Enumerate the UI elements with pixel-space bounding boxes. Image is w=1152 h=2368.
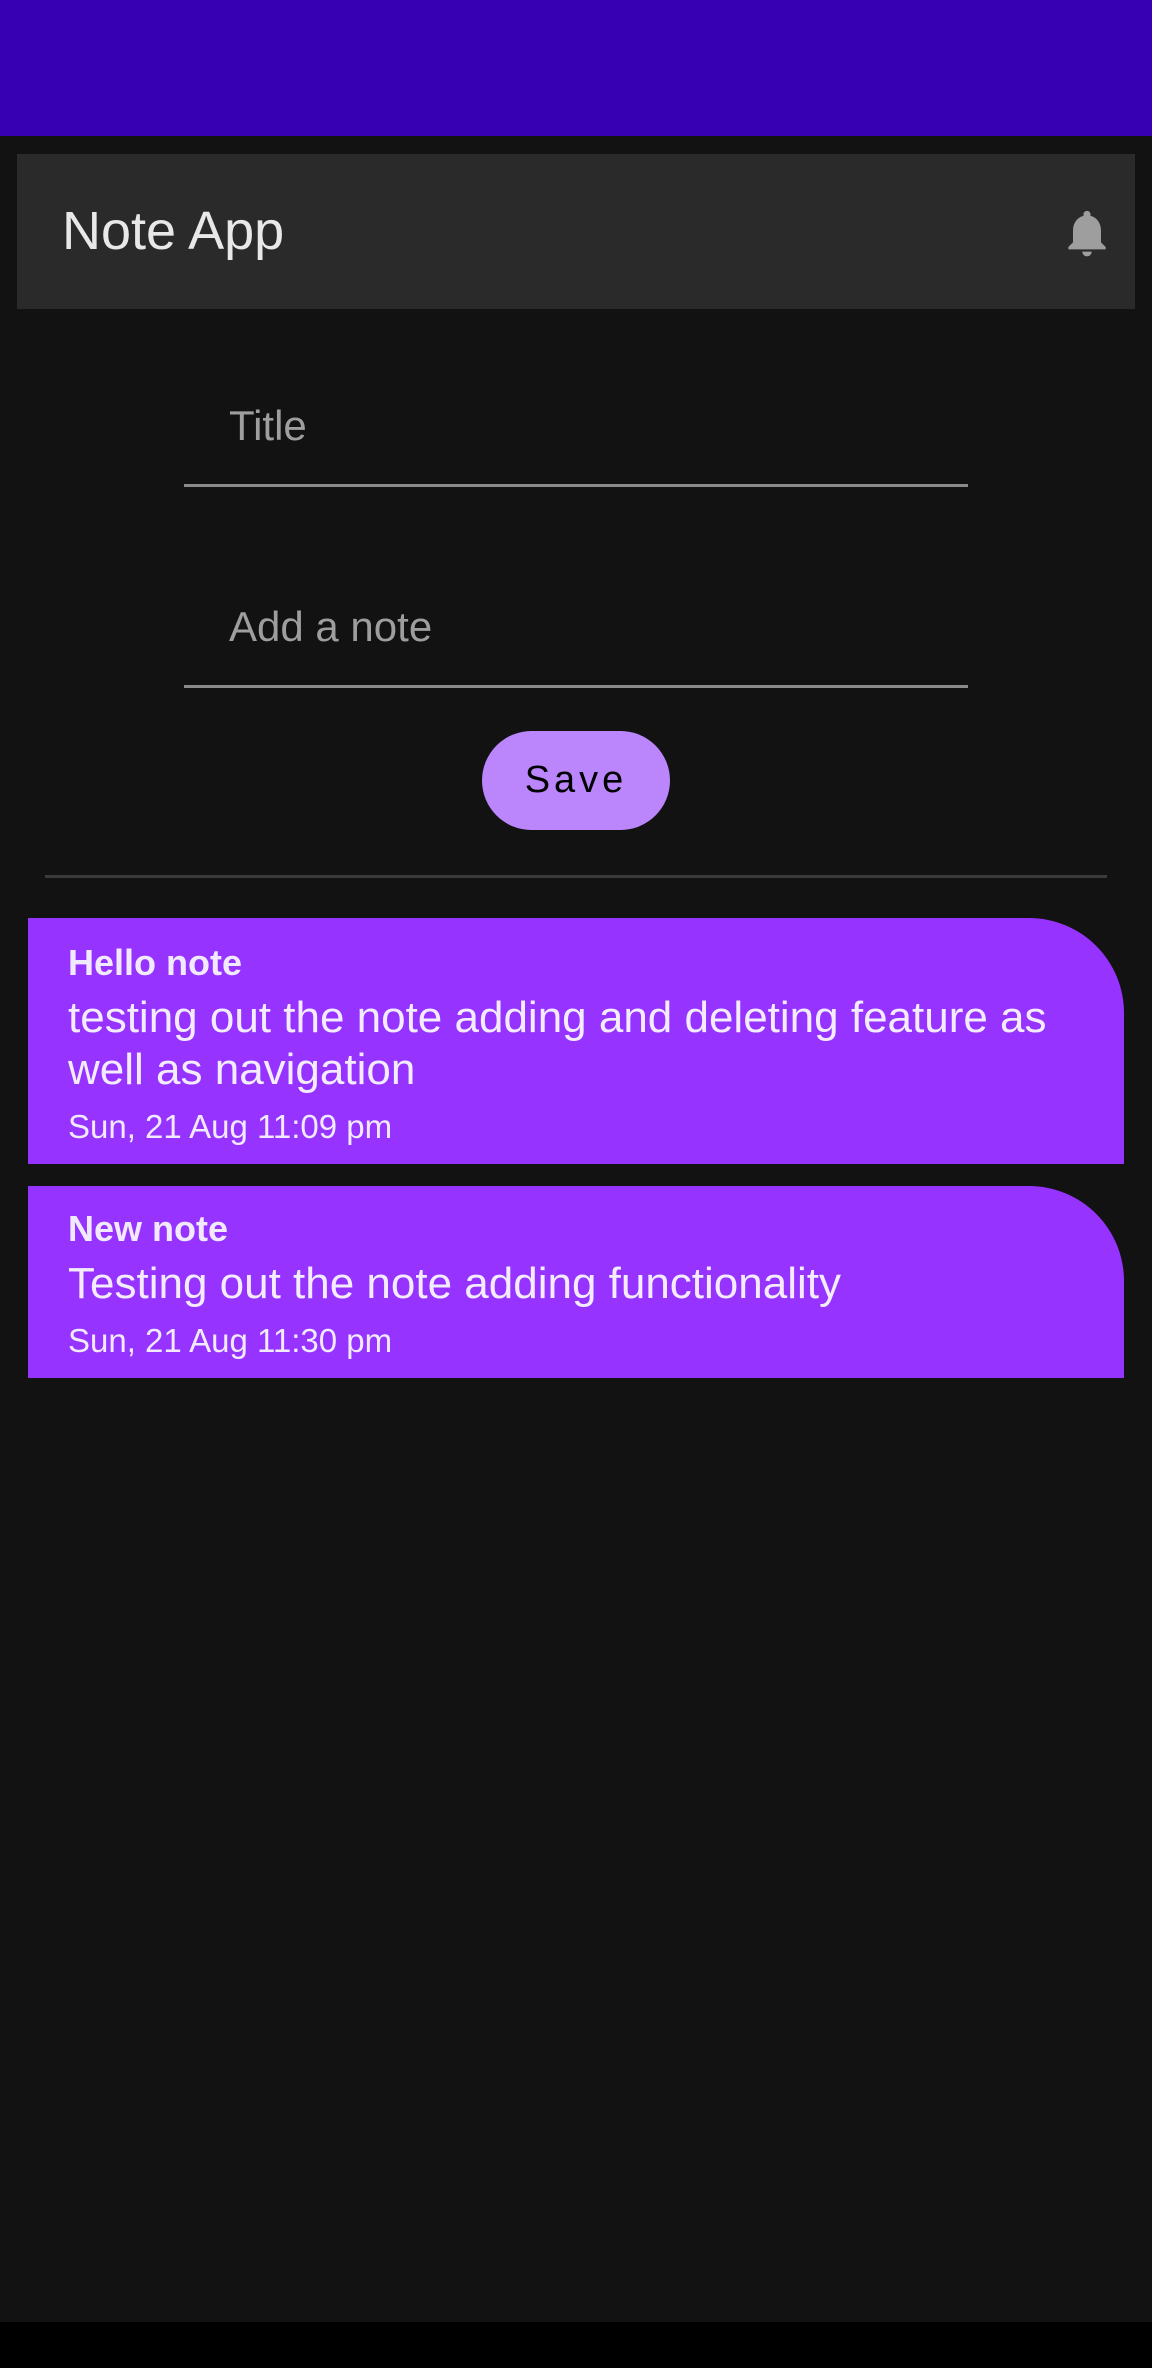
note-title: Hello note — [68, 942, 243, 983]
app-title: Note App — [62, 201, 285, 261]
app-bar: Note App — [17, 154, 1135, 309]
note-date: Sun, 21 Aug 11:30 pm — [68, 1322, 393, 1359]
note-title: New note — [68, 1208, 229, 1249]
title-input[interactable] — [229, 367, 929, 484]
save-button[interactable]: Save — [482, 731, 670, 830]
note-card[interactable]: New note Testing out the note adding fun… — [28, 1186, 1124, 1378]
status-bar — [0, 0, 1152, 136]
bell-icon[interactable] — [1059, 204, 1115, 262]
note-body: Testing out the note adding functionalit… — [68, 1259, 841, 1308]
note-field — [184, 568, 968, 688]
note-card[interactable]: Hello note testing out the note adding a… — [28, 918, 1124, 1164]
note-date: Sun, 21 Aug 11:09 pm — [68, 1108, 393, 1145]
divider — [45, 875, 1107, 878]
title-field — [184, 367, 968, 487]
note-input[interactable] — [229, 568, 929, 685]
note-body: testing out the note adding and deleting… — [68, 993, 1047, 1094]
navigation-bar — [0, 2322, 1152, 2368]
